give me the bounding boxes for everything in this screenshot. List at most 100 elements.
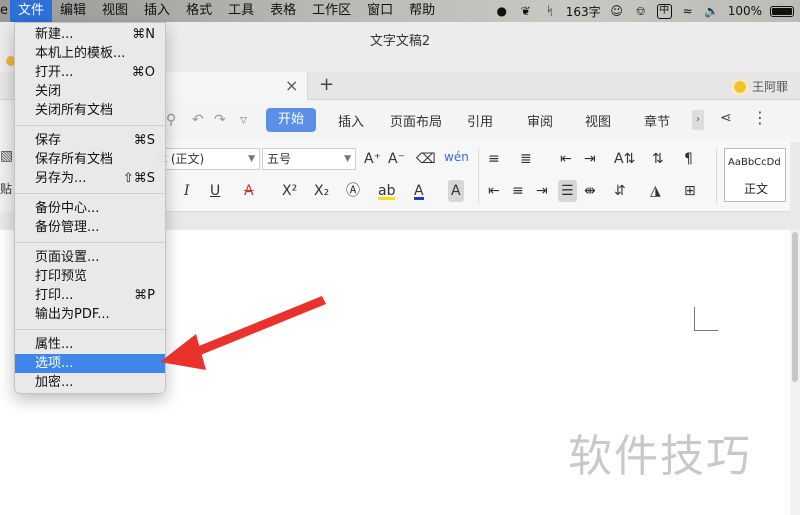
bullet-list-icon[interactable]: ≡ [488,148,500,170]
menu-item-save-as[interactable]: 另存为... ⇧⌘S [15,169,165,188]
qq-icon[interactable]: ● [494,3,510,19]
tab-insert[interactable]: 插入 [338,111,364,130]
menu-table[interactable]: 表格 [262,0,304,22]
mic-icon[interactable]: ⎊ [633,3,649,19]
user-account[interactable]: 王阿罪 [733,78,788,95]
menu-item-close[interactable]: 关闭 [15,82,165,101]
menu-item-shortcut: ⌘N [132,27,155,42]
menu-tools[interactable]: 工具 [220,0,262,22]
menu-item-print[interactable]: 打印... ⌘P [15,286,165,305]
menu-item-encrypt[interactable]: 加密... [15,373,165,392]
menu-item-save[interactable]: 保存 ⌘S [15,131,165,150]
menu-edit[interactable]: 编辑 [52,0,94,22]
print-preview-icon[interactable]: ⚲ [166,112,176,128]
menu-insert[interactable]: 插入 [136,0,178,22]
ribbon-scroll-right-icon[interactable]: › [692,110,704,130]
line-spacing-icon[interactable]: ⇵ [614,180,626,202]
highlight-icon[interactable]: ab [378,180,396,200]
shrink-font-icon[interactable]: A⁻ [388,148,405,170]
menu-item-options[interactable]: 选项... [15,354,165,373]
font-color-icon[interactable]: A [414,180,424,200]
input-method-icon[interactable]: 中 [656,3,672,19]
underline-icon[interactable]: U [210,180,220,202]
battery-percent: 100% [727,4,762,18]
tab-section[interactable]: 章节 [644,111,670,130]
menu-item-shortcut: ⇧⌘S [122,171,155,186]
paragraph-sort-icon[interactable]: ⇅ [652,148,664,170]
style-gallery-scrollbar[interactable] [790,142,800,212]
text-effect-icon[interactable]: Ⓐ [346,180,360,202]
wifi-icon[interactable]: ≈ [680,3,696,19]
clipboard-icon[interactable]: ▧ [0,148,13,164]
undo-icon[interactable]: ↶ [192,112,204,128]
subscript-icon[interactable]: X₂ [314,180,329,202]
menu-item-templates[interactable]: 本机上的模板... [15,44,165,63]
word-count[interactable]: 163字 [566,3,601,20]
menu-item-new[interactable]: 新建... ⌘N [15,25,165,44]
share-icon[interactable]: ⋖ [720,110,732,126]
chevron-down-icon: ▼ [248,154,255,164]
clear-format-icon[interactable]: ⌫ [416,148,436,170]
add-tab-icon[interactable]: + [319,74,334,95]
emoji-icon[interactable]: ☺ [609,3,625,19]
menu-view[interactable]: 视图 [94,0,136,22]
menu-file[interactable]: 文件 [10,0,53,22]
char-shading-icon[interactable]: A [448,180,464,202]
menu-item-label: 本机上的模板... [35,46,126,61]
file-menu-dropdown: 新建... ⌘N 本机上的模板... 打开... ⌘O 关闭 关闭所有文档 保存 ⌘S… [14,22,166,394]
menu-item-close-all[interactable]: 关闭所有文档 [15,101,165,120]
font-size-select[interactable]: 五号 ▼ [262,148,356,170]
menu-item-properties[interactable]: 属性... [15,335,165,354]
grow-font-icon[interactable]: A⁺ [364,148,381,170]
show-marks-icon[interactable]: ¶ [684,148,693,170]
battery-icon[interactable] [770,5,794,17]
font-name-select[interactable]: 体 (正文) ▼ [150,148,260,170]
more-options-icon[interactable]: ⋮ [752,108,768,127]
apple-menu-edge[interactable]: e [0,0,10,22]
align-center-icon[interactable]: ≡ [512,180,524,202]
numbered-list-icon[interactable]: ≣ [520,148,532,170]
scrollbar-thumb[interactable] [792,232,798,382]
tab-references[interactable]: 引用 [467,111,493,130]
increase-indent-icon[interactable]: ⇥ [584,148,596,170]
strikethrough-icon[interactable]: A [244,180,254,202]
menu-item-export-pdf[interactable]: 输出为PDF... [15,305,165,324]
quick-access-dropdown-icon[interactable]: ▿ [240,112,247,128]
tab-review[interactable]: 审阅 [527,111,553,130]
menu-item-label: 输出为PDF... [35,307,110,322]
redo-icon[interactable]: ↷ [214,112,226,128]
distribute-icon[interactable]: ⇼ [584,180,596,202]
close-tab-icon[interactable]: × [285,76,298,95]
align-left-icon[interactable]: ⇤ [488,180,500,202]
justify-icon[interactable]: ☰ [558,180,577,202]
paste-label[interactable]: 贴 [0,180,12,197]
status-area: ● ❦ ᛋ 163字 ☺ ⎊ 中 ≈ 🔊 100% [494,0,794,22]
menu-item-open[interactable]: 打开... ⌘O [15,63,165,82]
shading-icon[interactable]: ◮ [650,180,661,202]
superscript-icon[interactable]: X² [282,180,297,202]
menu-help[interactable]: 帮助 [401,0,443,22]
pinyin-guide-icon[interactable]: wén [444,146,469,168]
align-right-icon[interactable]: ⇥ [536,180,548,202]
menu-window[interactable]: 窗口 [359,0,401,22]
menu-item-print-preview[interactable]: 打印预览 [15,267,165,286]
vertical-scrollbar[interactable] [790,230,800,515]
menu-item-save-all[interactable]: 保存所有文档 [15,150,165,169]
change-case-icon[interactable]: A⇅ [614,148,635,170]
menu-item-page-setup[interactable]: 页面设置... [15,248,165,267]
tab-view[interactable]: 视图 [585,111,611,130]
style-name: 正文 [744,182,769,196]
menu-workspace[interactable]: 工作区 [304,0,359,22]
italic-icon[interactable]: I [184,180,190,202]
decrease-indent-icon[interactable]: ⇤ [560,148,572,170]
borders-icon[interactable]: ⊞ [684,180,696,202]
menu-item-shortcut: ⌘P [134,288,155,303]
evernote-icon[interactable]: ❦ [518,3,534,19]
menu-format[interactable]: 格式 [178,0,220,22]
menu-item-backup-manage[interactable]: 备份管理... [15,218,165,237]
volume-icon[interactable]: 🔊 [704,3,720,19]
tab-home[interactable]: 开始 [266,108,316,132]
tab-page-layout[interactable]: 页面布局 [390,111,442,130]
menu-item-backup-center[interactable]: 备份中心... [15,199,165,218]
fork-icon[interactable]: ᛋ [542,3,558,19]
